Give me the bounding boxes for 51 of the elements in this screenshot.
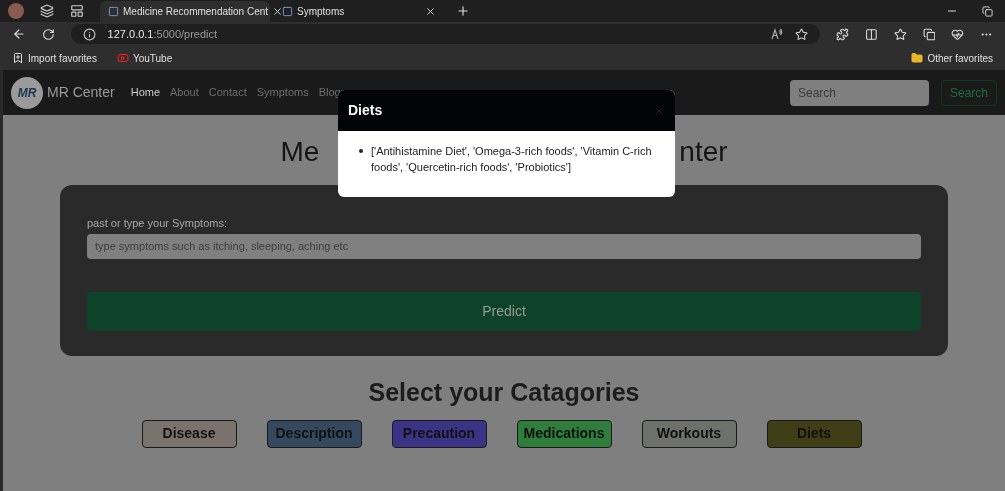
page-heading: nter [679, 135, 728, 169]
split-screen-icon[interactable] [864, 27, 878, 41]
search-field[interactable]: Search [789, 79, 929, 106]
section-heading: Select your Catagories [367, 377, 641, 408]
restore-icon[interactable] [982, 5, 993, 17]
brand-logo: MR [11, 76, 43, 109]
tab-actions-icon[interactable] [70, 4, 84, 18]
folder-icon [911, 52, 924, 64]
refresh-icon[interactable] [41, 27, 55, 41]
collections-icon[interactable] [922, 27, 936, 41]
close-icon[interactable] [272, 6, 284, 17]
category-button[interactable]: Disease [141, 419, 237, 448]
play-icon [116, 52, 129, 64]
bullet-icon [359, 149, 363, 153]
profile-avatar[interactable] [8, 3, 24, 19]
tab-title: Symptoms [297, 5, 346, 19]
url-text: 127.0.0.1:5000/predict [107, 26, 219, 42]
favorite-link[interactable]: YouTube [112, 50, 177, 66]
extensions-icon[interactable] [836, 27, 849, 41]
diet-list-item: ['Antihistamine Diet', 'Omega-3-rich foods', 'Vitamin C-rich foods', 'Quercetin-rich foods', 'Probiotics'] [371, 144, 653, 175]
import-icon [12, 52, 24, 64]
category-button[interactable]: Workouts [641, 419, 737, 448]
search-button[interactable]: Search [940, 79, 997, 106]
tab-title: Medicine Recommendation Cent [123, 5, 269, 19]
page-icon [108, 6, 119, 17]
nav-link[interactable]: Symptoms [256, 84, 309, 101]
page-icon [282, 6, 293, 17]
back-icon[interactable] [12, 27, 26, 41]
health-icon[interactable] [951, 27, 965, 41]
symptoms-field[interactable]: type symptoms such as itching, sleeping, aching etc [87, 233, 921, 259]
brand-name[interactable]: MR Center [47, 82, 115, 103]
close-icon[interactable] [425, 6, 436, 17]
workspaces-icon[interactable] [40, 4, 54, 18]
info-icon[interactable] [82, 27, 96, 41]
favorites-icon[interactable] [893, 27, 907, 41]
address-bar[interactable]: 127.0.0.1:5000/predict [70, 24, 821, 44]
category-button[interactable]: Medications [516, 419, 612, 448]
dialog-title: Diets [348, 101, 383, 120]
page-heading: Me [280, 135, 320, 169]
favorite-folder[interactable]: Other favorites [907, 50, 997, 66]
favorite-link[interactable]: Import favorites [8, 50, 101, 66]
category-button[interactable]: Description [266, 419, 362, 448]
favorite-star-icon[interactable] [795, 27, 809, 41]
browser-tab[interactable]: Symptoms [274, 1, 444, 22]
nav-link[interactable]: About [170, 84, 199, 101]
field-label: past or type your Symptoms: [87, 216, 228, 231]
nav-link[interactable]: Home [130, 84, 161, 101]
predict-button[interactable]: Predict [87, 291, 921, 331]
new-tab-icon[interactable] [456, 4, 470, 18]
read-aloud-icon[interactable] [771, 28, 784, 40]
nav-link[interactable]: Contact [208, 84, 247, 101]
